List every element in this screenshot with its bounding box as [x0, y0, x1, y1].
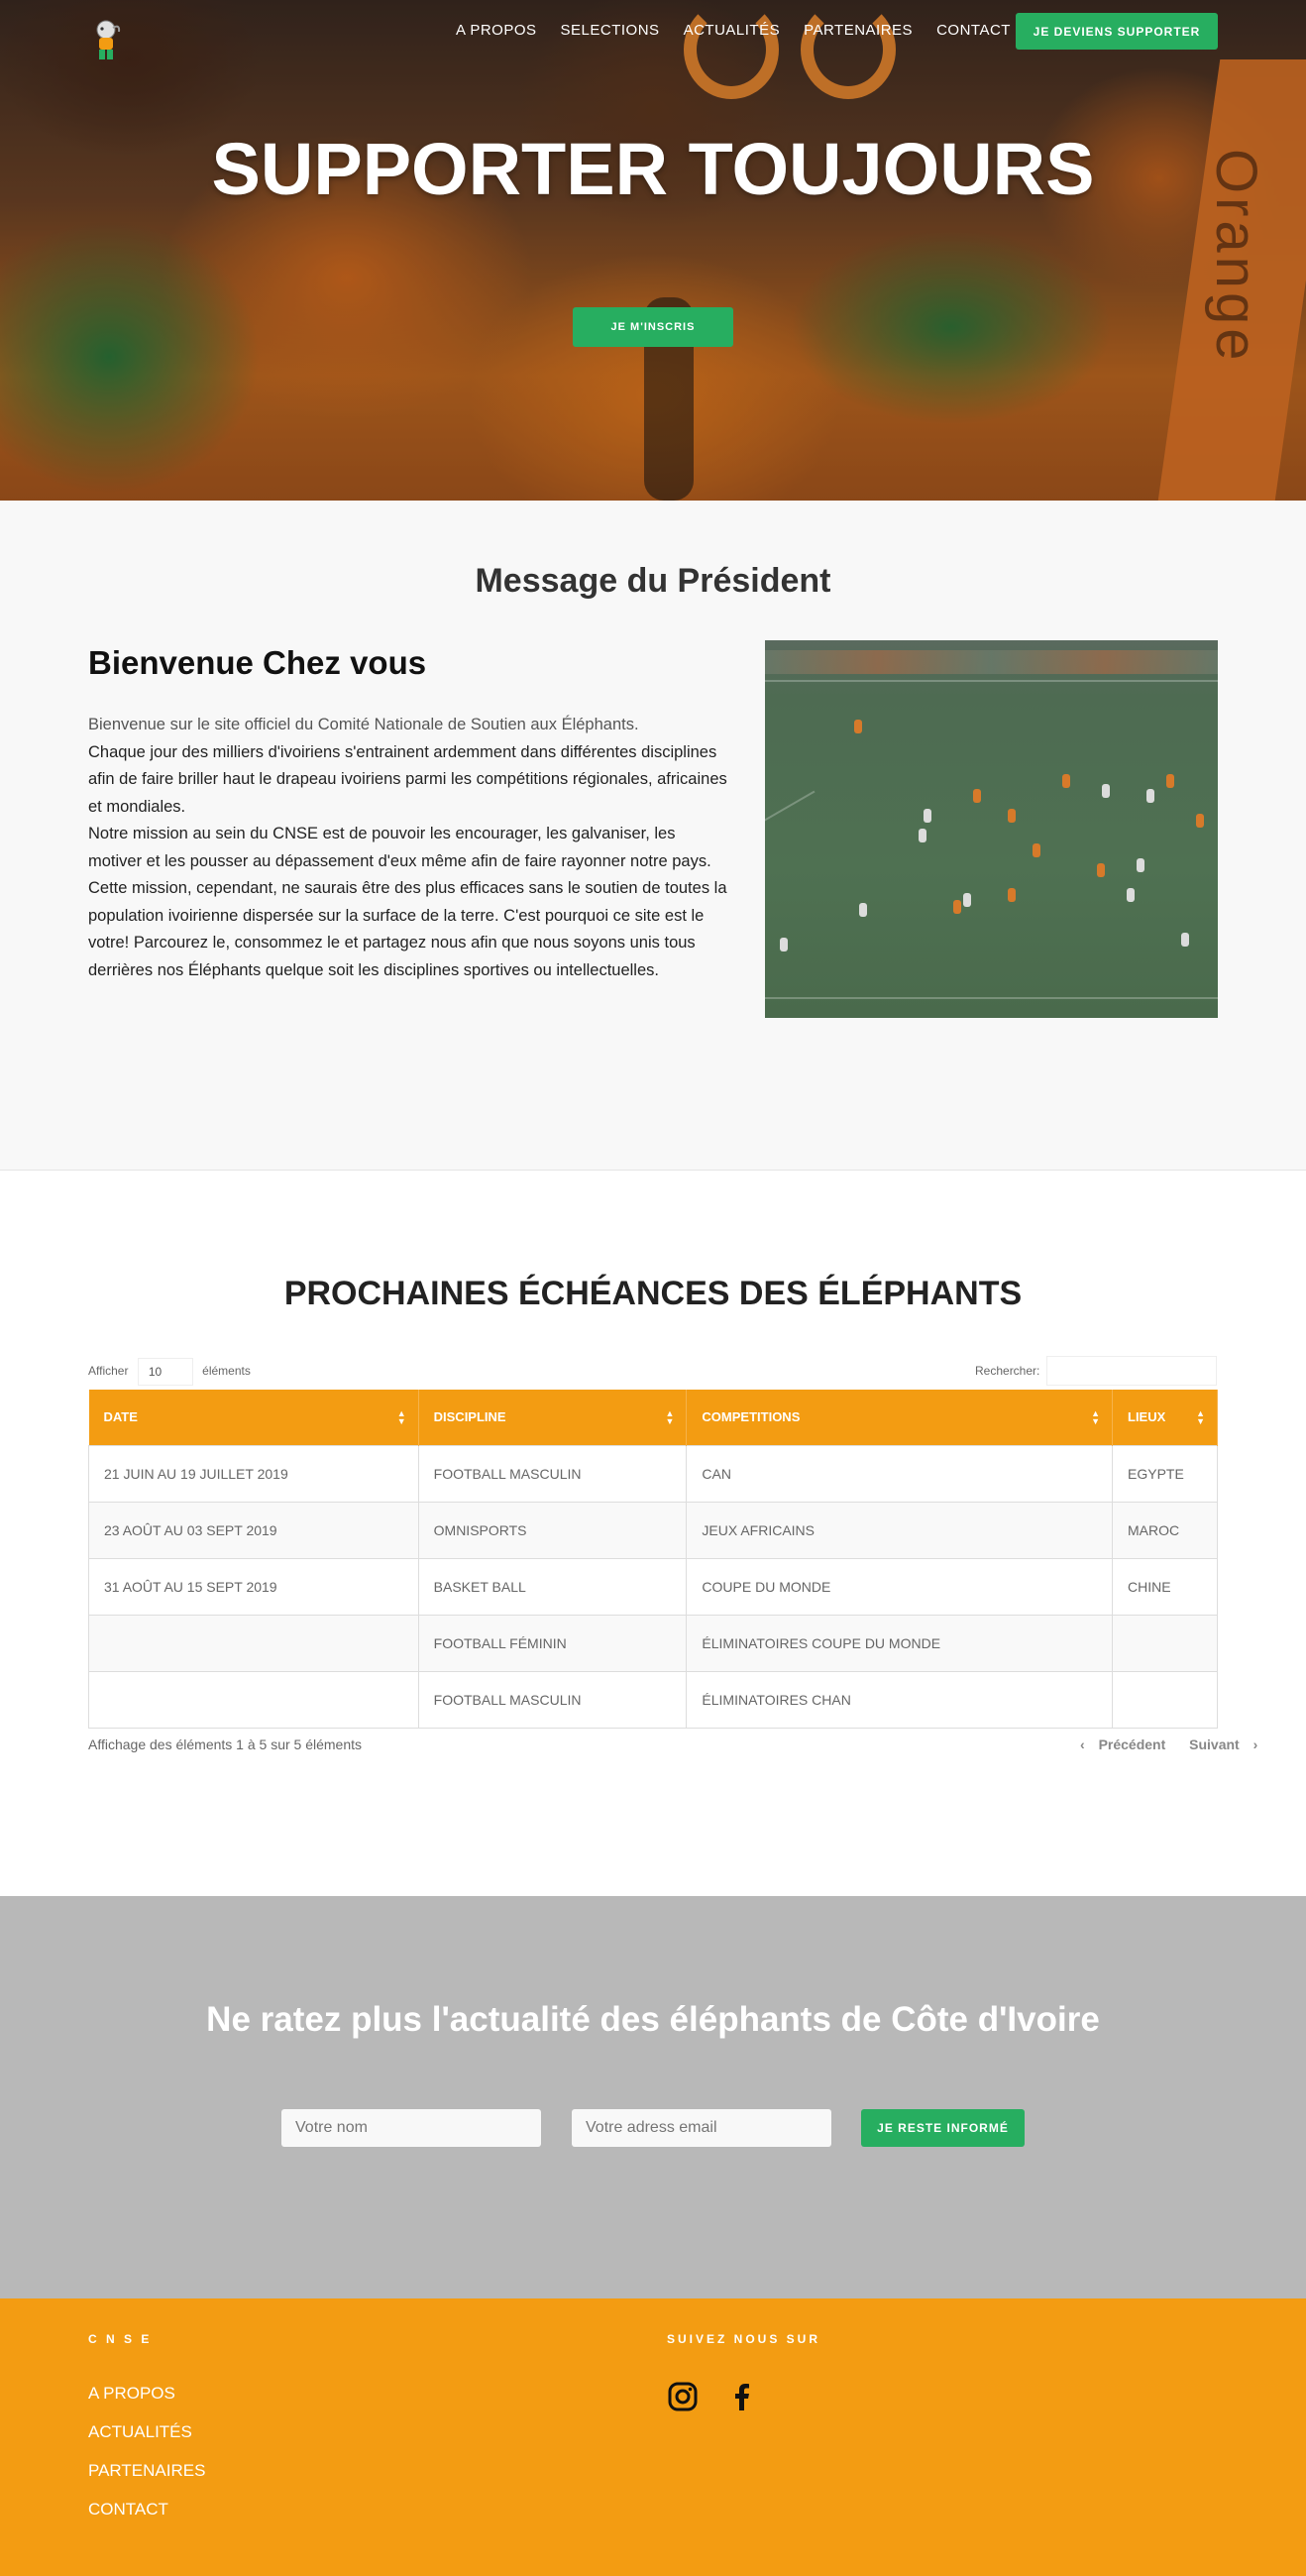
section-title: Message du Président	[475, 562, 831, 600]
column-header-lieux[interactable]: LIEUX ▲ ▼	[1112, 1390, 1218, 1445]
facebook-icon[interactable]	[726, 2381, 758, 2412]
table-cell	[88, 1614, 419, 1672]
table-cell: FOOTBALL MASCULIN	[417, 1670, 688, 1729]
schedule-table: DATE ▲ ▼ DISCIPLINE ▲ ▼ COMPETITIONS ▲ ▼ LIEUX…	[88, 1390, 1218, 1729]
football-match-photo	[765, 640, 1218, 1018]
president-message-section: Message du Président Bienvenue Chez vous…	[0, 501, 1306, 1171]
email-input[interactable]	[572, 2109, 831, 2147]
table-cell: CAN	[686, 1444, 1113, 1503]
search-label: Rechercher:	[975, 1364, 1040, 1378]
table-cell	[88, 1670, 419, 1729]
instagram-icon[interactable]	[667, 2381, 699, 2412]
footer-social-title: SUIVEZ NOUS SUR	[667, 2332, 821, 2346]
table-cell: COUPE DU MONDE	[686, 1557, 1113, 1616]
length-suffix: éléments	[202, 1364, 251, 1379]
sort-icon: ▲ ▼	[396, 1408, 406, 1426]
footer-link-a-propos[interactable]: A PROPOS	[88, 2384, 205, 2404]
welcome-heading: Bienvenue Chez vous	[88, 644, 427, 681]
newsletter-section: Ne ratez plus l'actualité des éléphants …	[0, 1896, 1306, 2298]
main-nav: A PROPOS SELECTIONS ACTUALITÉS PARTENAIR…	[456, 22, 1011, 39]
table-cell: 23 AOÛT AU 03 SEPT 2019	[88, 1501, 419, 1559]
chevron-left-icon: ‹	[1080, 1736, 1085, 1752]
table-cell: 31 AOÛT AU 15 SEPT 2019	[88, 1557, 419, 1616]
table-cell: EGYPTE	[1112, 1444, 1218, 1503]
footer-link-partenaires[interactable]: PARTENAIRES	[88, 2461, 205, 2481]
hero-title: SUPPORTER TOUJOURS	[211, 128, 1095, 210]
nav-contact[interactable]: CONTACT	[936, 22, 1011, 39]
length-control: Afficher 10 éléments	[88, 1358, 251, 1386]
footer: C N S E A PROPOS ACTUALITÉS PARTENAIRES …	[0, 2298, 1306, 2576]
table-row: FOOTBALL FÉMININ ÉLIMINATOIRES COUPE DU …	[88, 1614, 1218, 1672]
cnse-logo[interactable]	[89, 18, 123, 63]
newsletter-title: Ne ratez plus l'actualité des éléphants …	[206, 2000, 1100, 2039]
footer-links: A PROPOS ACTUALITÉS PARTENAIRES CONTACT	[88, 2384, 205, 2538]
become-supporter-button[interactable]: JE DEVIENS SUPPORTER	[1016, 13, 1218, 50]
chevron-right-icon: ›	[1252, 1736, 1258, 1752]
footer-link-contact[interactable]: CONTACT	[88, 2500, 205, 2520]
footer-link-actualites[interactable]: ACTUALITÉS	[88, 2422, 205, 2442]
table-cell: MAROC	[1112, 1501, 1218, 1559]
table-cell: CHINE	[1112, 1557, 1218, 1616]
table-row: 31 AOÛT AU 15 SEPT 2019 BASKET BALL COUP…	[88, 1557, 1218, 1616]
next-page-button[interactable]: Suivant ›	[1179, 1736, 1257, 1752]
message-paragraph: Chaque jour des milliers d'ivoiriens s'e…	[88, 742, 727, 816]
sort-icon: ▲ ▼	[1091, 1408, 1100, 1426]
sort-icon: ▲ ▼	[1196, 1408, 1205, 1426]
table-row: FOOTBALL MASCULIN ÉLIMINATOIRES CHAN	[88, 1670, 1218, 1729]
nav-actualites[interactable]: ACTUALITÉS	[684, 22, 781, 39]
length-select[interactable]: 10	[137, 1358, 193, 1386]
nav-partenaires[interactable]: PARTENAIRES	[804, 22, 913, 39]
name-input[interactable]	[281, 2109, 541, 2147]
table-pagination: ‹ Précédent Suivant ›	[1060, 1736, 1257, 1752]
nav-selections[interactable]: SELECTIONS	[561, 22, 660, 39]
schedule-title: PROCHAINES ÉCHÉANCES DES ÉLÉPHANTS	[283, 1275, 1023, 1312]
table-cell	[1112, 1670, 1218, 1729]
table-cell	[1112, 1614, 1218, 1672]
previous-page-button[interactable]: ‹ Précédent	[1070, 1736, 1165, 1752]
table-cell: 21 JUIN AU 19 JUILLET 2019	[88, 1444, 419, 1503]
subscribe-button[interactable]: JE RESTE INFORMÉ	[861, 2109, 1025, 2147]
footer-brand-title: C N S E	[88, 2332, 153, 2346]
column-header-competitions[interactable]: COMPETITIONS ▲ ▼	[686, 1390, 1113, 1445]
table-row: 21 JUIN AU 19 JUILLET 2019 FOOTBALL MASC…	[88, 1444, 1218, 1503]
table-cell: OMNISPORTS	[417, 1501, 688, 1559]
table-row: 23 AOÛT AU 03 SEPT 2019 OMNISPORTS JEUX …	[88, 1501, 1218, 1559]
table-cell: JEUX AFRICAINS	[686, 1501, 1113, 1559]
table-cell: BASKET BALL	[417, 1557, 688, 1616]
sort-icon: ▲ ▼	[665, 1408, 675, 1426]
length-label: Afficher	[88, 1364, 129, 1379]
message-paragraph: Notre mission au sein du CNSE est de pou…	[88, 825, 727, 979]
signup-button[interactable]: JE M'INSCRIS	[573, 307, 733, 347]
table-search-input[interactable]	[1046, 1356, 1217, 1386]
table-cell: ÉLIMINATOIRES CHAN	[686, 1670, 1113, 1729]
column-header-discipline[interactable]: DISCIPLINE ▲ ▼	[418, 1390, 688, 1445]
column-header-date[interactable]: DATE ▲ ▼	[88, 1390, 419, 1445]
table-cell: FOOTBALL FÉMININ	[417, 1614, 688, 1672]
hero-banner: Orange A PROPOS SELECTIONS ACTUALITÉS PA…	[0, 0, 1306, 501]
table-info: Affichage des éléments 1 à 5 sur 5 éléme…	[88, 1736, 363, 1752]
nav-a-propos[interactable]: A PROPOS	[456, 22, 537, 39]
table-cell: FOOTBALL MASCULIN	[417, 1444, 688, 1503]
president-message-text: Bienvenue sur le site officiel du Comité…	[88, 712, 732, 984]
table-cell: ÉLIMINATOIRES COUPE DU MONDE	[686, 1614, 1113, 1672]
message-paragraph: Bienvenue sur le site officiel du Comité…	[88, 716, 639, 733]
